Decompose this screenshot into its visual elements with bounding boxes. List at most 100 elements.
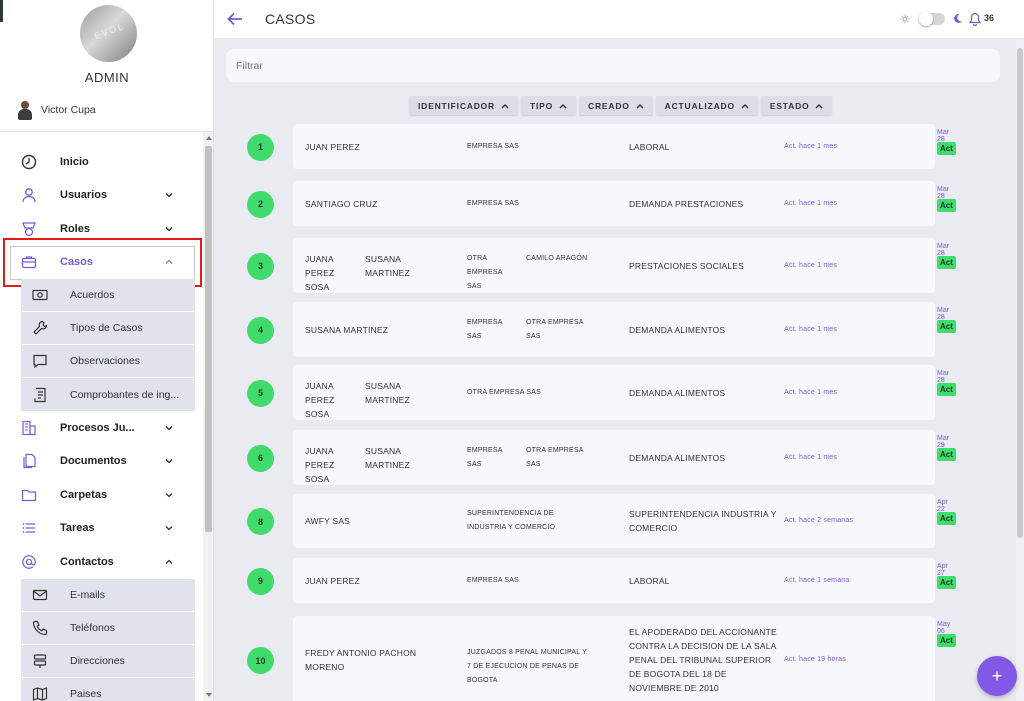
user-name: Victor Cupa (41, 104, 96, 116)
submenu-item-label: Acuerdos (70, 289, 115, 301)
case-row[interactable]: 10 FREDY ANTONIO PACHON MORENO JUZGADOS 8 … (214, 616, 1024, 701)
scrollbar-thumb[interactable] (205, 146, 212, 532)
submenu-item-paises[interactable]: Paises (21, 678, 195, 701)
sidebar-item-tareas[interactable]: Tareas (0, 512, 203, 546)
chevron-up-icon (165, 259, 173, 265)
notification-count: 36 (984, 13, 995, 23)
case-updated: Act. hace 1 mes (784, 142, 838, 150)
case-row[interactable]: 5 JUANA PEREZ SOSA SUSANA MARTINEZ OTRA EMP… (214, 365, 1024, 420)
admin-avatar[interactable]: EVOL (80, 5, 137, 62)
submenu-item-telefonos[interactable]: Teléfonos (21, 612, 195, 645)
status-badge: Act (937, 634, 956, 647)
sidebar-nav: Inicio Usuarios Roles Casos Acuerdos Tip… (0, 145, 203, 701)
sidebar-item-usuarios[interactable]: Usuarios (0, 179, 203, 213)
case-number-badge: 9 (247, 567, 274, 595)
case-updated: Act. hace 1 mes (784, 453, 838, 461)
case-updated: Act. hace 1 mes (784, 325, 838, 333)
sidebar-scrollbar[interactable] (203, 132, 213, 701)
submenu-item-comprobantes[interactable]: Comprobantes de ing... (21, 378, 195, 411)
submenu-item-emails[interactable]: E-mails (21, 579, 195, 612)
sidebar: EVOL ADMIN Victor Cupa Inicio Usuarios R… (0, 0, 214, 701)
case-card[interactable]: JUAN PEREZ EMPRESA SAS LABORAL Act. hace 1 … (293, 124, 935, 169)
status-badge: Act (937, 142, 956, 155)
client-name: JUANA PEREZ SOSA (305, 253, 335, 292)
sort-bar: IDENTIFICADOR TIPO CREADO ACTUALIZADO ES… (409, 96, 833, 115)
submenu-item-acuerdos[interactable]: Acuerdos (21, 279, 195, 312)
sidebar-item-inicio[interactable]: Inicio (0, 145, 203, 179)
top-header: CASOS 36 (214, 0, 1024, 39)
case-number-badge: 3 (247, 252, 274, 280)
submenu-item-direcciones[interactable]: Direcciones (21, 645, 195, 678)
case-row[interactable]: 8 AWFY SAS SUPERINTENDENCIA DE INDUSTRIA Y… (214, 494, 1024, 548)
sidebar-item-documentos[interactable]: Documentos (0, 445, 203, 479)
case-card[interactable]: JUANA PEREZ SOSA SUSANA MARTINEZ EMPRESA S… (293, 430, 935, 485)
wrench-icon (33, 320, 48, 335)
case-card[interactable]: JUANA PEREZ SOSA SUSANA MARTINEZ OTRA EMPR… (293, 365, 935, 420)
submenu-item-observaciones[interactable]: Observaciones (21, 345, 195, 378)
case-counterparties: OTRA EMPRESA SAS CAMILO ARAGÓN (467, 252, 588, 294)
case-description: DEMANDA ALIMENTOS (629, 387, 726, 398)
case-client-names: JUANA PEREZ SOSA SUSANA MARTINEZ (305, 444, 415, 486)
scrollbar-thumb[interactable] (1017, 48, 1023, 538)
case-card[interactable]: FREDY ANTONIO PACHON MORENO JUZGADOS 8 PE… (293, 616, 935, 701)
add-case-button[interactable]: + (977, 656, 1017, 696)
sort-estado-button[interactable]: ESTADO (760, 96, 833, 115)
case-counterparties: EMPRESA SAS OTRA EMPRESA SAS (467, 444, 588, 472)
sidebar-item-procesos[interactable]: Procesos Ju... (0, 411, 203, 445)
chevron-down-icon (165, 526, 173, 531)
case-card[interactable]: JUAN PEREZ EMPRESA SAS LABORAL Act. hace 1 … (293, 558, 935, 603)
case-row[interactable]: 1 JUAN PEREZ EMPRESA SAS LABORAL Act. hace 1… (214, 124, 1024, 169)
case-row[interactable]: 9 JUAN PEREZ EMPRESA SAS LABORAL Act. hace 1… (214, 558, 1024, 603)
sidebar-item-casos[interactable]: Casos (0, 246, 203, 280)
submenu-item-label: Observaciones (70, 355, 141, 367)
main-scrollbar[interactable] (1016, 40, 1024, 701)
case-number-badge: 4 (247, 316, 274, 344)
sort-label: CREADO (588, 100, 630, 111)
current-user[interactable]: Victor Cupa (17, 100, 96, 120)
sidebar-item-label: Roles (60, 222, 90, 235)
case-date: Apr 27 (937, 563, 948, 577)
status-badge: Act (937, 256, 956, 269)
case-card[interactable]: SANTIAGO CRUZ EMPRESA SAS DEMANDA PRESTACI… (293, 181, 935, 226)
counterparty: OTRA EMPRESA SAS (526, 318, 584, 340)
theme-toggle[interactable] (919, 12, 945, 26)
bell-icon[interactable] (969, 12, 981, 26)
case-card[interactable]: JUANA PEREZ SOSA SUSANA MARTINEZ OTRA EMPR… (293, 238, 935, 293)
case-card[interactable]: AWFY SAS SUPERINTENDENCIA DE INDUSTRIA Y … (293, 494, 935, 548)
sidebar-item-carpetas[interactable]: Carpetas (0, 478, 203, 512)
submenu-item-label: Direcciones (70, 654, 125, 667)
sidebar-item-contactos[interactable]: Contactos (0, 545, 203, 579)
sidebar-item-label: Tareas (60, 522, 95, 535)
case-row[interactable]: 4 SUSANA MARTINEZ EMPRESA SAS OTRA EMPRESA … (214, 302, 1024, 357)
case-row[interactable]: 2 SANTIAGO CRUZ EMPRESA SAS DEMANDA PRESTAC… (214, 181, 1024, 226)
back-arrow-icon[interactable] (227, 12, 243, 26)
case-row[interactable]: 6 JUANA PEREZ SOSA SUSANA MARTINEZ EMPRESA … (214, 430, 1024, 485)
case-number-badge: 8 (247, 508, 274, 535)
sort-label: ESTADO (769, 100, 810, 111)
case-updated: Act. hace 2 semanas (784, 517, 854, 524)
money-icon (32, 289, 48, 301)
scroll-up-arrow-icon[interactable] (206, 136, 212, 140)
window-edge (0, 0, 3, 22)
sort-creado-button[interactable]: CREADO (579, 96, 653, 115)
submenu-item-label: Tipos de Casos (70, 322, 143, 334)
phone-icon (32, 620, 48, 635)
badge-icon (22, 222, 36, 236)
counterparty: CAMILO ARAGÓN (526, 254, 588, 262)
case-card[interactable]: SUSANA MARTINEZ EMPRESA SAS OTRA EMPRESA S… (293, 302, 935, 357)
sort-actualizado-button[interactable]: ACTUALIZADO (655, 96, 758, 115)
chevron-up-icon (559, 103, 567, 108)
sidebar-item-label: Contactos (60, 555, 114, 568)
chevron-up-icon (636, 103, 644, 108)
case-number-badge: 5 (247, 379, 274, 407)
client-name: SANTIAGO CRUZ (305, 198, 378, 209)
submenu-item-tipos-de-casos[interactable]: Tipos de Casos (21, 312, 195, 345)
sort-identificador-button[interactable]: IDENTIFICADOR (409, 96, 518, 115)
case-client-names: SUSANA MARTINEZ (305, 323, 425, 337)
sidebar-item-roles[interactable]: Roles (0, 212, 203, 246)
sort-tipo-button[interactable]: TIPO (520, 96, 577, 115)
filter-input[interactable] (226, 49, 1000, 82)
case-row[interactable]: 3 JUANA PEREZ SOSA SUSANA MARTINEZ OTRA EMP… (214, 238, 1024, 293)
chevron-up-icon (165, 559, 173, 564)
scroll-down-arrow-icon[interactable] (206, 693, 212, 697)
